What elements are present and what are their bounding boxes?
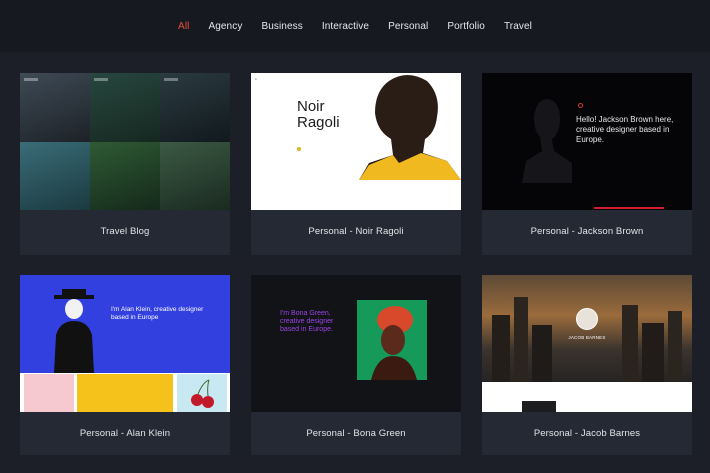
preview-image — [20, 73, 90, 142]
preview-name: JACOB BARNES — [568, 335, 606, 340]
demo-card-travel-blog[interactable]: Travel Blog — [20, 73, 230, 255]
preview-image — [90, 141, 160, 210]
preview-image — [177, 374, 227, 412]
preview-headline: I'm Bona Green, creative designer based … — [280, 310, 334, 333]
demo-card-jackson-brown[interactable]: Hello! Jackson Brown here, creative desi… — [482, 73, 692, 255]
portrait-image — [54, 289, 94, 373]
preview-name: Noir Ragoli — [297, 98, 340, 131]
filter-agency[interactable]: Agency — [199, 21, 252, 32]
demo-card-bona-green[interactable]: I'm Bona Green, creative designer based … — [251, 275, 461, 455]
filter-travel[interactable]: Travel — [494, 21, 541, 32]
demo-card-jacob-barnes[interactable]: JACOB BARNES Personal - Jacob Barnes — [482, 275, 692, 455]
avatar — [576, 308, 598, 330]
demo-card-alan-klein[interactable]: I'm Alan Klein, creative designer based … — [20, 275, 230, 455]
jacob-barnes-preview[interactable]: JACOB BARNES — [482, 275, 692, 412]
preview-headline: Hello! Jackson Brown here, creative desi… — [576, 115, 674, 144]
silhouette-image — [522, 99, 572, 183]
preview-image — [24, 374, 74, 412]
portrait-image — [359, 75, 461, 180]
preview-image — [20, 141, 90, 210]
filter-personal[interactable]: Personal — [379, 21, 438, 32]
progress-bar — [594, 207, 664, 209]
filter-interactive[interactable]: Interactive — [312, 21, 378, 32]
preview-accent-dot — [297, 147, 301, 151]
demo-card-title[interactable]: Personal - Jackson Brown — [482, 226, 692, 237]
alan-klein-preview[interactable]: I'm Alan Klein, creative designer based … — [20, 275, 230, 412]
bona-green-preview[interactable]: I'm Bona Green, creative designer based … — [251, 275, 461, 412]
preview-headline: I'm Alan Klein, creative designer based … — [111, 306, 204, 321]
demo-card-title[interactable]: Personal - Alan Klein — [20, 428, 230, 439]
filter-all[interactable]: All — [169, 21, 199, 32]
category-filter-bar: All Agency Business Interactive Personal… — [0, 0, 710, 52]
portrait-image — [357, 300, 427, 380]
preview-image — [160, 73, 230, 142]
preview-image — [522, 401, 556, 412]
preview-image — [77, 374, 173, 412]
logo-mark-icon — [578, 103, 583, 108]
jackson-brown-preview[interactable]: Hello! Jackson Brown here, creative desi… — [482, 73, 692, 210]
preview-image — [160, 141, 230, 210]
preview-logo: ● — [255, 77, 257, 81]
demo-card-title[interactable]: Personal - Bona Green — [251, 428, 461, 439]
travel-blog-preview[interactable] — [20, 73, 230, 210]
noir-ragoli-preview[interactable]: ● Noir Ragoli — [251, 73, 461, 210]
demo-card-title[interactable]: Personal - Jacob Barnes — [482, 428, 692, 439]
preview-image — [90, 73, 160, 142]
demo-card-title[interactable]: Personal - Noir Ragoli — [251, 226, 461, 237]
demo-card-title[interactable]: Travel Blog — [20, 226, 230, 237]
demo-card-noir-ragoli[interactable]: ● Noir Ragoli Personal - Noir Ragoli — [251, 73, 461, 255]
filter-business[interactable]: Business — [252, 21, 312, 32]
filter-portfolio[interactable]: Portfolio — [438, 21, 495, 32]
